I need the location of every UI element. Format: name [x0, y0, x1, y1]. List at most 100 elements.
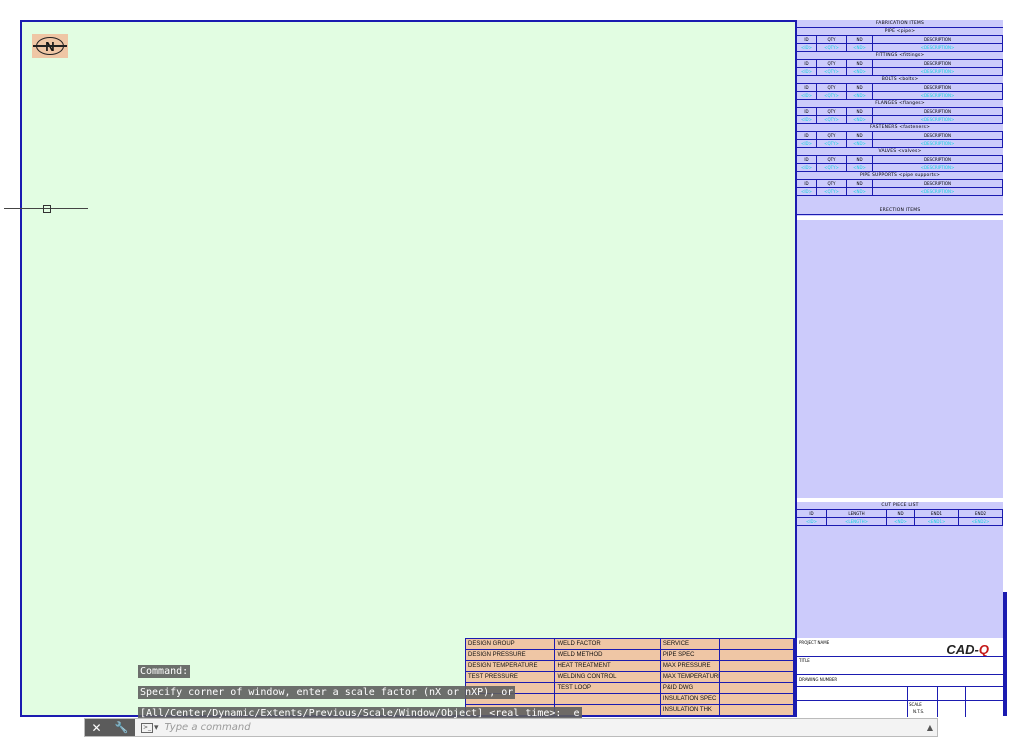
bom-header-row: ID QTY ND DESCRIPTION [797, 60, 1003, 68]
bom-data-row: <ID> <QTY> <ND> <DESCRIPTION> [797, 68, 1003, 76]
bom-header-row-cell: ND [847, 36, 873, 43]
bom-header-row: ID QTY ND DESCRIPTION [797, 180, 1003, 188]
bom-data-row-cell: <DESCRIPTION> [873, 164, 1003, 171]
bom-section-title: BOLTS <bolts> [797, 76, 1003, 84]
bom-data-row-cell: <QTY> [817, 92, 847, 99]
command-line-grip[interactable]: ✕ 🔧 [85, 719, 135, 736]
process-cell [720, 661, 794, 671]
bom-header-row-cell: QTY [817, 60, 847, 67]
process-cell: INSULATION THK [661, 705, 721, 715]
bom-data-row-cell: <ND> [847, 92, 873, 99]
bom-header-row: ID QTY ND DESCRIPTION [797, 84, 1003, 92]
bom-data-row-cell: <QTY> [817, 140, 847, 147]
process-cell: DESIGN PRESSURE [466, 650, 556, 660]
cutlist-header-row-cell: END2 [959, 510, 1003, 517]
scale-value: N.T.S. [913, 709, 925, 714]
process-cell [720, 694, 794, 704]
bom-data-row: <ID> <QTY> <ND> <DESCRIPTION> [797, 92, 1003, 100]
command-history-line: Command: [138, 665, 191, 678]
bom-header-row: ID QTY ND DESCRIPTION [797, 108, 1003, 116]
cutlist-data-row-cell: <ND> [887, 518, 915, 525]
bom-data-row-cell: <ND> [847, 164, 873, 171]
bom-header-row: ID QTY ND DESCRIPTION [797, 156, 1003, 164]
bom-header-row-cell: ND [847, 180, 873, 187]
process-cell [720, 683, 794, 693]
bom-section-title: FITTINGS <fittings> [797, 52, 1003, 60]
bom-data-row-cell: <ID> [797, 164, 817, 171]
bom-header-row-cell: DESCRIPTION [873, 156, 1003, 163]
bom-header-row-cell: ID [797, 156, 817, 163]
process-cell: WELD FACTOR [555, 639, 661, 649]
bom-header-row-cell: DESCRIPTION [873, 36, 1003, 43]
cut-piece-list-table: CUT PIECE LIST ID LENGTH ND END1 END2 <ID> <LE… [797, 502, 1003, 526]
divider [797, 216, 1003, 220]
bom-header-row-cell: ND [847, 84, 873, 91]
north-letter: N [33, 37, 67, 55]
bom-data-row: <ID> <QTY> <ND> <DESCRIPTION> [797, 188, 1003, 196]
bom-data-row-cell: <ND> [847, 140, 873, 147]
process-cell [720, 672, 794, 682]
bom-header-row-cell: QTY [817, 180, 847, 187]
process-row: DESIGN PRESSURE WELD METHOD PIPE SPEC [466, 650, 794, 661]
bom-section-title: VALVES <valves> [797, 148, 1003, 156]
bom-header-row-cell: QTY [817, 36, 847, 43]
bom-header-row-cell: ID [797, 60, 817, 67]
bom-header-row-cell: ND [847, 60, 873, 67]
logo-text-main: CAD- [946, 642, 979, 657]
bom-data-row-cell: <QTY> [817, 44, 847, 51]
north-arrow-symbol: N [32, 34, 68, 58]
process-row: DESIGN GROUP WELD FACTOR SERVICE [466, 639, 794, 650]
cutlist-data-row-cell: <ID> [797, 518, 827, 525]
bom-section-title: FLANGES <flanges> [797, 100, 1003, 108]
bom-panel: FABRICATION ITEMS PIPE <pipe> ID QTY ND DESC… [795, 20, 1003, 717]
bom-header-row-cell: DESCRIPTION [873, 132, 1003, 139]
bom-data-row-cell: <ID> [797, 68, 817, 75]
bom-section-title: FASTENERS <fasteners> [797, 124, 1003, 132]
bom-header-row-cell: ID [797, 36, 817, 43]
bom-data-row-cell: <QTY> [817, 164, 847, 171]
command-line: ✕ 🔧 >_ ▾ Type a command ▲ [84, 718, 938, 737]
process-cell: PIPE SPEC [661, 650, 721, 660]
bom-data-row: <ID> <QTY> <ND> <DESCRIPTION> [797, 116, 1003, 124]
bom-data-row: <ID> <QTY> <ND> <DESCRIPTION> [797, 164, 1003, 172]
bom-data-row-cell: <QTY> [817, 116, 847, 123]
process-cell: DESIGN GROUP [466, 639, 556, 649]
erection-items-table: ERECTION ITEMS [797, 207, 1003, 215]
command-input[interactable]: Type a command [165, 722, 251, 733]
recent-commands-icon[interactable]: >_ ▾ [141, 722, 159, 733]
cutlist-header-row: ID LENGTH ND END1 END2 [797, 510, 1003, 518]
bom-data-row-cell: <DESCRIPTION> [873, 44, 1003, 51]
bom-data-row-cell: <DESCRIPTION> [873, 140, 1003, 147]
bom-data-row-cell: <ID> [797, 116, 817, 123]
bom-header-row-cell: DESCRIPTION [873, 84, 1003, 91]
cutlist-data-row-cell: <END2> [959, 518, 1003, 525]
bom-data-row-cell: <QTY> [817, 188, 847, 195]
scale-label: SCALE [909, 702, 922, 707]
bom-data-row-cell: <DESCRIPTION> [873, 92, 1003, 99]
settings-wrench-icon[interactable]: 🔧 [115, 721, 129, 734]
bom-header-row: ID QTY ND DESCRIPTION [797, 132, 1003, 140]
cutlist-header-row-cell: END1 [915, 510, 959, 517]
process-cell: WELD METHOD [555, 650, 661, 660]
cutlist-title: CUT PIECE LIST [797, 502, 1003, 510]
bom-data-row-cell: <DESCRIPTION> [873, 116, 1003, 123]
bom-data-row: <ID> <QTY> <ND> <DESCRIPTION> [797, 44, 1003, 52]
logo-text-tail: Q [978, 642, 989, 657]
cutlist-header-row-cell: LENGTH [827, 510, 887, 517]
erection-title: ERECTION ITEMS [797, 207, 1003, 215]
bom-section-title: PIPE SUPPORTS <pipe supports> [797, 172, 1003, 180]
command-history-toggle[interactable]: ▲ [923, 723, 937, 732]
close-icon[interactable]: ✕ [92, 721, 102, 735]
cursor-pickbox [43, 205, 51, 213]
cutlist-data-row-cell: <END1> [915, 518, 959, 525]
bom-header-row-cell: ID [797, 132, 817, 139]
bom-data-row-cell: <ID> [797, 92, 817, 99]
bom-title: FABRICATION ITEMS [797, 20, 1003, 28]
bom-data-row-cell: <ID> [797, 140, 817, 147]
bom-header-row-cell: ID [797, 108, 817, 115]
bom-header-row-cell: QTY [817, 132, 847, 139]
process-cell: INSULATION SPEC [661, 694, 721, 704]
process-cell: MAX PRESSURE [661, 661, 721, 671]
command-input-area[interactable]: >_ ▾ Type a command [135, 719, 923, 736]
bom-header-row-cell: ND [847, 132, 873, 139]
